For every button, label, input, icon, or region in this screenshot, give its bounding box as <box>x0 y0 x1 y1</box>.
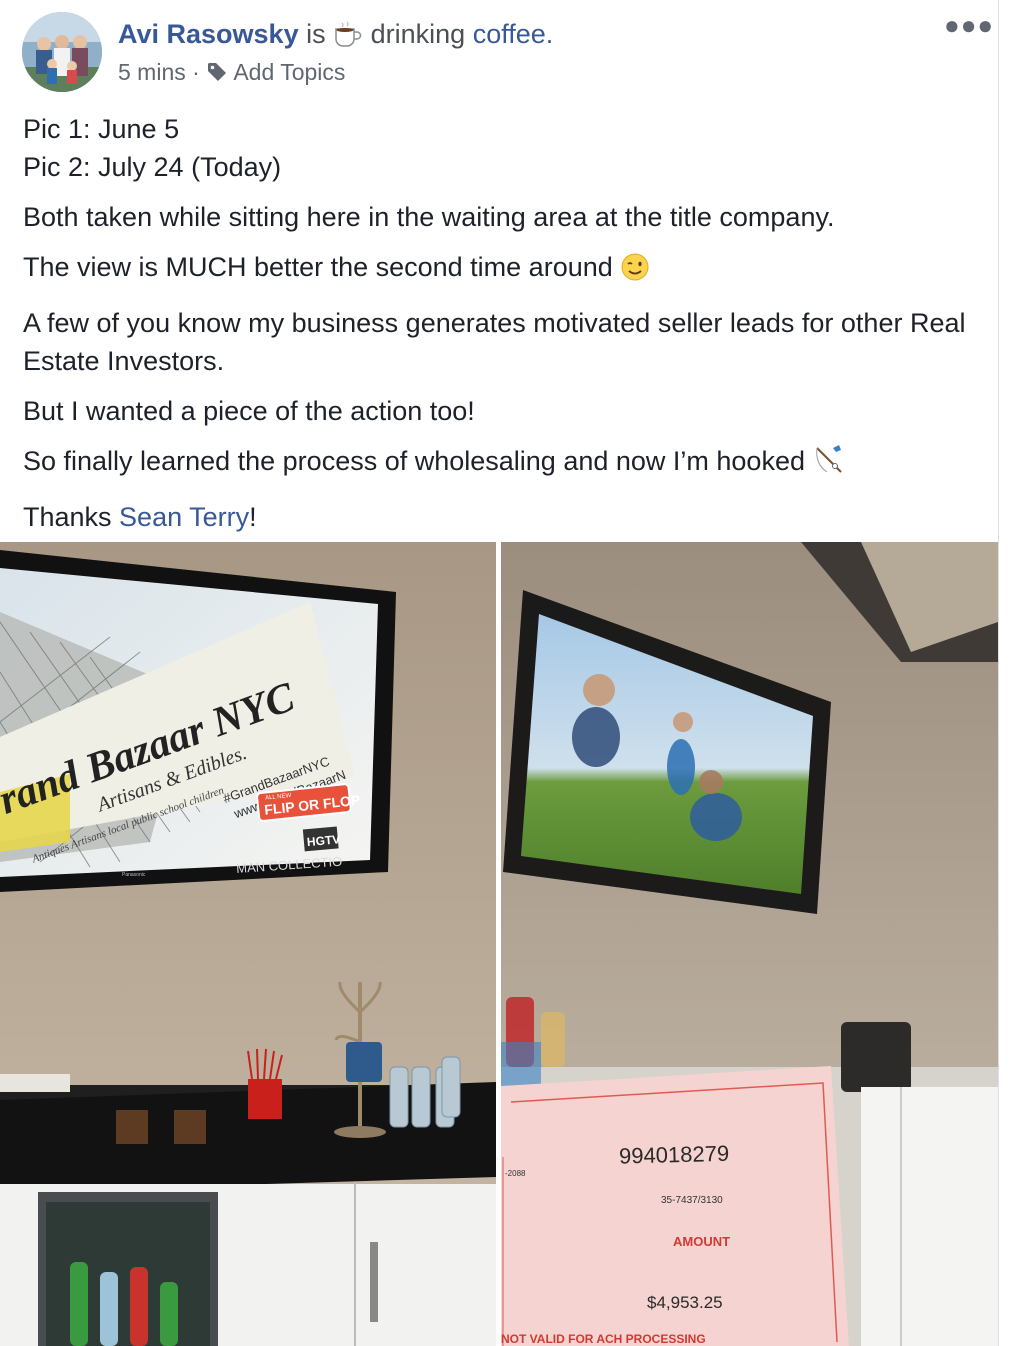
tv-brand: Panasonic <box>122 872 146 878</box>
post-line-text: Thanks <box>23 502 120 532</box>
winking-face-icon <box>620 252 650 292</box>
check-side-number: -2088 <box>505 1169 526 1178</box>
check-routing: 35-7437/3130 <box>661 1195 723 1206</box>
post-line: But I wanted a piece of the action too! <box>23 396 475 426</box>
avatar[interactable] <box>22 12 102 92</box>
post-line: Pic 1: June 5 <box>23 114 180 144</box>
post-line-text: The view is MUCH better the second time … <box>23 252 613 282</box>
post-header: Avi Rasowsky is drinking coffee. <box>118 16 553 58</box>
post-meta: 5 mins · Add Topics <box>118 56 345 91</box>
activity-object[interactable]: coffee. <box>473 19 554 49</box>
activity-verb: drinking <box>370 19 466 49</box>
coffee-cup-icon <box>333 21 363 58</box>
post-card: Avi Rasowsky is drinking coffee. 5 mins … <box>0 0 999 1346</box>
post-line-text: So finally learned the process of wholes… <box>23 446 805 476</box>
post-line: Both taken while sitting here in the wai… <box>23 202 835 232</box>
check-number: 994018279 <box>619 1141 730 1169</box>
is-text: is <box>306 19 326 49</box>
post-line: The view is MUCH better the second time … <box>23 248 983 292</box>
post-line: A few of you know my business generates … <box>23 308 966 376</box>
meta-separator: · <box>192 59 200 85</box>
check-not-valid: NOT VALID FOR ACH PROCESSING <box>501 1332 706 1346</box>
fishing-pole-icon <box>813 442 847 486</box>
tag-icon <box>206 59 228 91</box>
tv-network: HGTV <box>306 832 340 849</box>
check-amount: $4,953.25 <box>647 1293 723 1312</box>
post-photo-2[interactable]: 994018279 -2088 35-7437/3130 AMOUNT $4,9… <box>501 542 998 1346</box>
author-name[interactable]: Avi Rasowsky <box>118 19 299 49</box>
post-line: So finally learned the process of wholes… <box>23 442 983 486</box>
more-options-icon[interactable]: ●●● <box>944 10 993 42</box>
check-amount-label: AMOUNT <box>673 1234 730 1249</box>
post-body: Pic 1: June 5 Pic 2: July 24 (Today) Bot… <box>23 110 983 548</box>
post-line: Pic 2: July 24 (Today) <box>23 152 282 182</box>
add-topics-link[interactable]: Add Topics <box>233 59 345 85</box>
post-timestamp[interactable]: 5 mins <box>118 59 186 85</box>
post-line-text: ! <box>249 502 257 532</box>
mention-link[interactable]: Sean Terry <box>119 502 249 532</box>
post-line: Thanks Sean Terry! <box>23 498 983 536</box>
post-photo-1[interactable]: rand Bazaar NYC Artisans & Edibles. Anti… <box>0 542 496 1346</box>
